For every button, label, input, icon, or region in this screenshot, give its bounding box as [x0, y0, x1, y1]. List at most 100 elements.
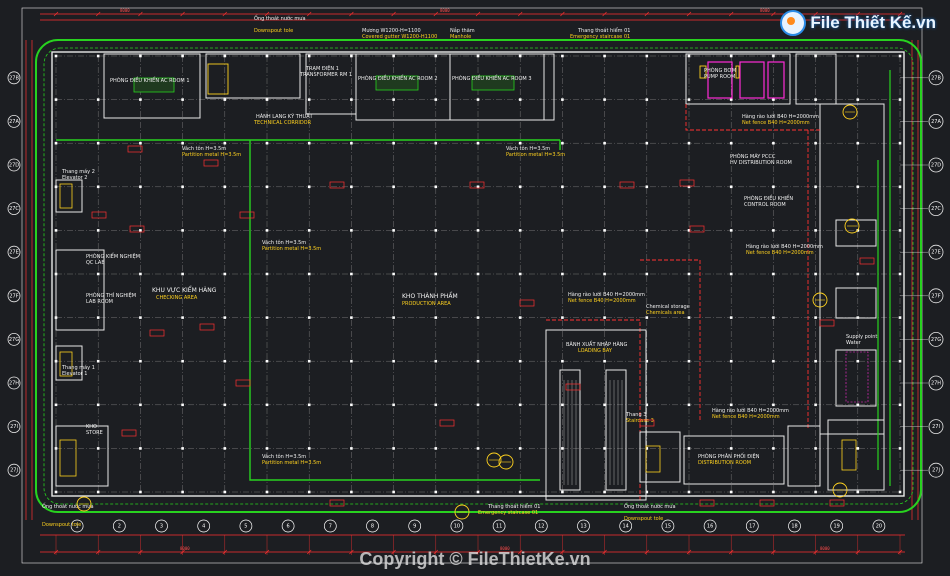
column	[729, 490, 733, 494]
label-lab-room: PHÒNG THÍ NGHIỆM	[86, 291, 136, 299]
label-manhole: Nắp thăm	[450, 27, 475, 34]
room-tag	[91, 211, 107, 219]
column	[392, 490, 395, 494]
column	[350, 316, 353, 319]
column	[392, 272, 395, 276]
axis-label: 4	[202, 524, 205, 530]
column	[772, 490, 775, 494]
column	[603, 316, 606, 319]
axis-label: 27I	[10, 424, 18, 430]
label-net-fence-en: Net fence B40 H=2000mm	[742, 120, 810, 126]
column	[307, 490, 311, 494]
column	[645, 229, 649, 232]
label-lab-room-en: LAB ROOM	[86, 299, 113, 305]
column	[898, 229, 902, 232]
column	[139, 316, 142, 319]
column	[265, 447, 269, 450]
column	[814, 98, 817, 101]
dim-top-3: 8000	[760, 8, 770, 13]
label-control-room-en: CONTROL ROOM	[744, 202, 786, 208]
column	[434, 316, 438, 319]
column	[814, 229, 817, 232]
column	[350, 185, 353, 189]
column	[814, 447, 817, 450]
room-tag	[819, 319, 835, 327]
column	[476, 229, 480, 232]
column	[392, 359, 395, 363]
column	[898, 141, 902, 145]
column	[898, 403, 902, 407]
column	[645, 141, 649, 145]
column	[307, 359, 311, 363]
column	[96, 141, 100, 145]
column	[645, 272, 649, 276]
label-net-fence-4-en: Net fence B40 H=2000mm	[712, 414, 780, 420]
column	[729, 359, 733, 363]
label-net-fence-3-en: Net fence B40 H=2000mm	[568, 298, 636, 304]
axis-label: 27B	[931, 75, 941, 81]
column	[476, 141, 480, 145]
column	[772, 229, 775, 232]
label-product-store: KHO THÀNH PHẨM	[402, 292, 458, 300]
label-stair-1: Thang máy 1	[61, 364, 95, 371]
axis-label: 27F	[931, 293, 940, 299]
room-tag	[519, 299, 535, 307]
column	[856, 490, 860, 494]
column	[223, 403, 227, 407]
label-gutter-en: Covered gutter W1200-H1100	[362, 34, 437, 40]
column	[856, 98, 860, 101]
label-downspout-1-en: Downspout tole	[254, 28, 293, 34]
label-partition-1-en: Partition metal H=3.5m	[182, 152, 241, 158]
axis-label: 7	[329, 524, 332, 530]
column	[223, 98, 227, 101]
logo-globe-icon	[780, 10, 807, 36]
column	[687, 403, 691, 407]
column	[772, 54, 775, 58]
top-dimension-chain	[40, 13, 905, 21]
column	[223, 229, 227, 232]
column	[814, 359, 817, 363]
column	[898, 490, 902, 494]
room-tag	[679, 179, 695, 187]
column	[392, 98, 395, 101]
column	[139, 403, 142, 407]
column	[96, 447, 100, 450]
column	[223, 316, 227, 319]
column	[139, 447, 142, 450]
column	[307, 229, 311, 232]
axis-label: 2	[118, 524, 121, 530]
label-store-en: STORE	[86, 430, 103, 436]
room-tag	[689, 225, 705, 233]
axis-label: 27D	[931, 163, 941, 169]
room-tag	[829, 499, 845, 507]
label-stair-2: Thang máy 2	[61, 168, 95, 175]
room-tag	[129, 225, 145, 233]
label-hv-room-en: HV DISTRIBUTION ROOM	[730, 160, 792, 166]
column	[181, 316, 184, 319]
column	[307, 54, 311, 58]
column	[561, 185, 564, 189]
right-technical-block	[819, 103, 885, 435]
column	[350, 403, 353, 407]
column	[223, 185, 227, 189]
label-pump-room-en: PUMP ROOM	[704, 74, 735, 80]
label-loading-bay: BÃNH XUẤT NHẬP HÀNG	[566, 340, 628, 348]
column	[518, 141, 522, 145]
column	[898, 98, 902, 101]
column	[476, 403, 480, 407]
label-ahu-2: PHÒNG ĐIỀU KHIỂN AC ROOM 2	[358, 74, 438, 82]
axis-label: 27C	[9, 206, 19, 212]
column	[476, 98, 480, 101]
column	[223, 359, 227, 363]
column	[476, 272, 480, 276]
label-partition-1: Vách tôn H=3.5m	[182, 145, 226, 152]
label-emergency-stair-top: Thang thoát hiểm 01	[577, 27, 630, 34]
column	[772, 447, 775, 450]
column	[96, 316, 100, 319]
column	[434, 229, 438, 232]
axis-label: 27C	[931, 206, 941, 212]
label-pump-room: PHÒNG BƠM	[704, 67, 736, 74]
axis-label: 27D	[9, 163, 19, 169]
column	[814, 316, 817, 319]
column	[603, 229, 606, 232]
